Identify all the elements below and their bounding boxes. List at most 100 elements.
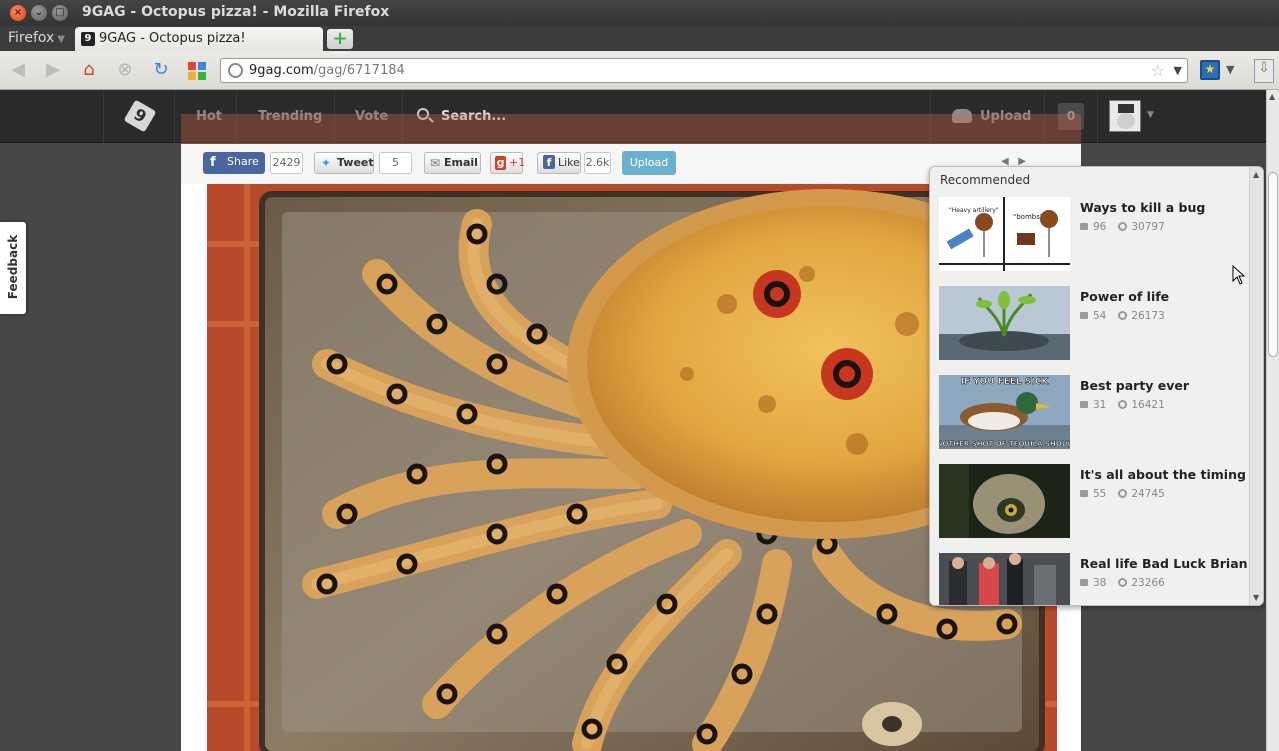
back-button[interactable]: ◀ (5, 58, 31, 82)
recommended-item-stats: 31 16421 (1080, 399, 1165, 411)
window-minimize-button[interactable]: ⌄ (31, 5, 47, 21)
feedback-tab[interactable]: Feedback (0, 222, 26, 314)
search-icon (417, 108, 429, 120)
view-count: 24745 (1131, 488, 1165, 500)
scroll-up-icon[interactable]: ▲ (1253, 170, 1259, 179)
tab-label: 9GAG - Octopus pizza! (99, 31, 246, 46)
view-count: 30797 (1131, 221, 1165, 233)
recommended-item[interactable]: Power of life 54 26173 (939, 286, 1249, 360)
comment-count: 38 (1093, 577, 1107, 589)
url-path: /gag/6717184 (313, 63, 405, 78)
window-maximize-button[interactable]: □ (52, 5, 68, 21)
avatar[interactable] (1109, 100, 1141, 132)
url-domain: 9gag.com (249, 63, 314, 78)
views-icon (1118, 311, 1128, 320)
nav-vote[interactable]: Vote (355, 109, 388, 124)
thumb-caption-top: IF YOU FEEL SICK (961, 377, 1050, 387)
forward-button[interactable]: ▶ (40, 58, 66, 82)
recommended-item-title[interactable]: Real life Bad Luck Brian (1080, 556, 1248, 571)
notification-count-badge[interactable]: 0 (1058, 103, 1084, 130)
comment-icon (1080, 579, 1088, 586)
comment-icon (1080, 401, 1088, 408)
recommended-title: Recommended (940, 173, 1031, 187)
thumbnail (939, 553, 1070, 605)
recommended-item-title[interactable]: It's all about the timing (1080, 467, 1246, 482)
tab-bar: Firefox ▼ 9 9GAG - Octopus pizza! + (0, 26, 1279, 51)
recommended-item-title[interactable]: Ways to kill a bug (1080, 200, 1205, 215)
recommended-panel: Recommended "Heavy artillery" "bombs" Wa… (929, 166, 1264, 606)
nav-divider (1044, 90, 1045, 143)
recommended-item[interactable]: IF YOU FEEL SICK ANOTHER SHOT OF TEQUILA… (939, 375, 1249, 449)
feedback-label: Feedback (6, 234, 20, 300)
thumbnail: IF YOU FEEL SICK ANOTHER SHOT OF TEQUILA… (939, 375, 1070, 449)
facebook-like-button[interactable]: Like (537, 152, 581, 174)
recommended-item[interactable]: It's all about the timing 55 24745 (939, 464, 1249, 538)
recommended-scrollbar[interactable]: ▲ ▼ (1249, 167, 1263, 605)
chevron-down-icon: ▼ (57, 34, 66, 45)
views-icon (1118, 222, 1128, 231)
nav-divider (930, 90, 931, 143)
firefox-menu-label: Firefox (8, 30, 55, 46)
9gag-favicon-icon: 9 (81, 32, 95, 46)
nav-divider (402, 90, 403, 143)
bookmark-star-icon[interactable]: ☆ (1151, 61, 1165, 80)
scrollbar-thumb[interactable] (1268, 172, 1278, 357)
recommended-item-title[interactable]: Best party ever (1080, 378, 1189, 393)
9gag-logo[interactable]: 9 (103, 90, 175, 143)
scroll-down-icon[interactable]: ▼ (1253, 593, 1259, 602)
recommended-item-title[interactable]: Power of life (1080, 289, 1169, 304)
comment-count: 31 (1093, 399, 1107, 411)
feed-dropdown-icon[interactable]: ▼ (1226, 63, 1234, 76)
new-tab-button[interactable]: + (327, 29, 353, 49)
nav-divider (1097, 90, 1098, 143)
nav-trending[interactable]: Trending (258, 109, 322, 124)
recommended-item[interactable]: Real life Bad Luck Brian 38 23266 (939, 553, 1249, 605)
url-bar[interactable]: 9gag.com/gag/6717184 ☆ ▼ (220, 58, 1188, 83)
views-icon (1118, 489, 1128, 498)
recommended-item[interactable]: "Heavy artillery" "bombs" Ways to kill a… (939, 197, 1249, 271)
page-viewport: 9 Hot Trending Vote Search... Upload 0 ▼… (0, 90, 1279, 751)
url-history-dropdown-icon[interactable]: ▼ (1174, 64, 1182, 77)
upload-button[interactable]: Upload (622, 151, 676, 175)
window-close-button[interactable]: × (10, 5, 26, 21)
downloads-button[interactable]: ⇩ (1254, 59, 1274, 83)
google-plus-button[interactable]: +1 (490, 152, 525, 174)
globe-icon (228, 63, 243, 78)
comment-count: 54 (1093, 310, 1107, 322)
nav-upload[interactable]: Upload (980, 109, 1031, 124)
search-input[interactable]: Search... (441, 109, 506, 124)
tab-active[interactable]: 9 9GAG - Octopus pizza! (75, 27, 323, 51)
nav-divider (236, 90, 237, 143)
reload-button[interactable]: ↻ (148, 58, 174, 82)
stop-button[interactable]: ⊗ (112, 58, 138, 82)
recommended-item-stats: 54 26173 (1080, 310, 1165, 322)
scroll-up-icon[interactable]: ▲ (1269, 92, 1275, 101)
home-button[interactable]: ⌂ (76, 58, 102, 82)
site-header: 9 Hot Trending Vote Search... Upload 0 ▼ (0, 90, 1266, 143)
comment-icon (1080, 312, 1088, 319)
thumbnail (939, 286, 1070, 360)
comment-count: 55 (1093, 488, 1107, 500)
view-count: 16421 (1131, 399, 1165, 411)
email-button[interactable]: Email (424, 152, 481, 174)
facebook-like-count: 2.6k (584, 152, 611, 174)
comment-count: 96 (1093, 221, 1107, 233)
firefox-menu[interactable]: Firefox ▼ (8, 30, 65, 46)
chevron-down-icon[interactable]: ▼ (1147, 110, 1154, 120)
facebook-share-count: 2429 (270, 152, 303, 174)
facebook-share-button[interactable]: Share (203, 152, 265, 174)
views-icon (1118, 400, 1128, 409)
page-scrollbar[interactable]: ▲ (1266, 90, 1279, 751)
recommended-item-stats: 96 30797 (1080, 221, 1165, 233)
nav-hot[interactable]: Hot (196, 109, 222, 124)
thumb-caption-bottom: ANOTHER SHOT OF TEQUILA SHOULD (939, 440, 1070, 448)
feed-button[interactable]: ★ (1200, 60, 1220, 80)
9gag-logo-icon: 9 (123, 99, 157, 133)
apps-button[interactable] (184, 58, 210, 82)
thumb-caption-2: "bombs" (1013, 213, 1043, 221)
mouse-cursor-icon (1232, 265, 1246, 285)
comment-icon (1080, 223, 1088, 230)
tweet-button[interactable]: Tweet (314, 152, 374, 174)
view-count: 26173 (1131, 310, 1165, 322)
thumbnail (939, 464, 1070, 538)
